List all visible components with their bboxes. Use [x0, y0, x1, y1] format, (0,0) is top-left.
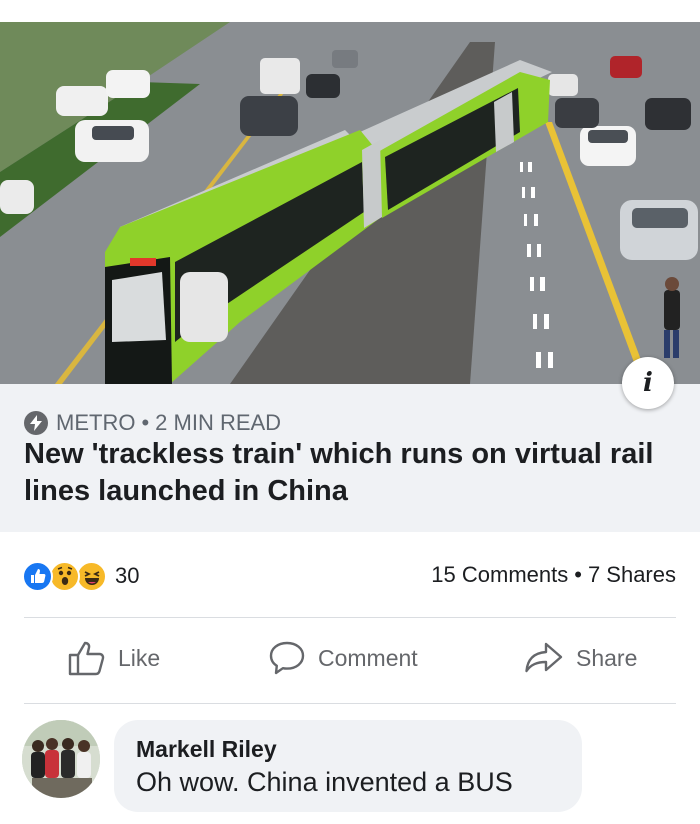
reactions-summary[interactable]: 30 [22, 560, 139, 592]
like-button[interactable]: Like [68, 640, 160, 676]
share-arrow-icon [525, 642, 563, 673]
comment: Markell Riley Oh wow. China invented a B… [22, 720, 682, 816]
comment-bubble-icon [269, 641, 305, 675]
shares-count[interactable]: 7 Shares [588, 562, 676, 588]
engagement-counts: 15 Comments • 7 Shares [431, 562, 676, 588]
share-label: Share [576, 644, 638, 671]
haha-icon [76, 560, 107, 592]
group-photo-avatar [22, 720, 100, 798]
comment-label: Comment [318, 644, 418, 671]
reaction-count: 30 [115, 563, 140, 588]
avatar[interactable] [22, 720, 100, 798]
comments-count[interactable]: 15 Comments [431, 562, 568, 588]
counts-separator: • [574, 562, 582, 587]
action-bar: Like Comment Share [0, 630, 700, 690]
comment-bubble[interactable]: Markell Riley Oh wow. China invented a B… [114, 720, 582, 812]
like-icon [22, 560, 53, 592]
read-time: 2 MIN READ [155, 410, 282, 435]
article-photo[interactable] [0, 22, 700, 384]
source-separator: • [141, 410, 150, 435]
wow-icon [49, 560, 80, 592]
source-name: METRO [56, 410, 136, 435]
info-icon[interactable]: i [622, 357, 674, 409]
thumbs-up-icon [68, 641, 105, 676]
comment-text: Oh wow. China invented a BUS [136, 767, 513, 797]
divider-top [24, 617, 676, 618]
article-headline[interactable]: New 'trackless train' which runs on virt… [24, 436, 674, 510]
share-button[interactable]: Share [524, 640, 637, 676]
divider-bottom [24, 703, 676, 704]
train-photo-illustration [0, 22, 700, 384]
comment-button[interactable]: Comment [268, 640, 418, 676]
like-label: Like [118, 644, 161, 671]
source-row: METRO • 2 MIN READ [24, 410, 281, 436]
instant-article-bolt-icon [24, 411, 48, 435]
comment-author[interactable]: Markell Riley [136, 734, 560, 764]
link-preview[interactable]: METRO • 2 MIN READ New 'trackless train'… [0, 384, 700, 532]
